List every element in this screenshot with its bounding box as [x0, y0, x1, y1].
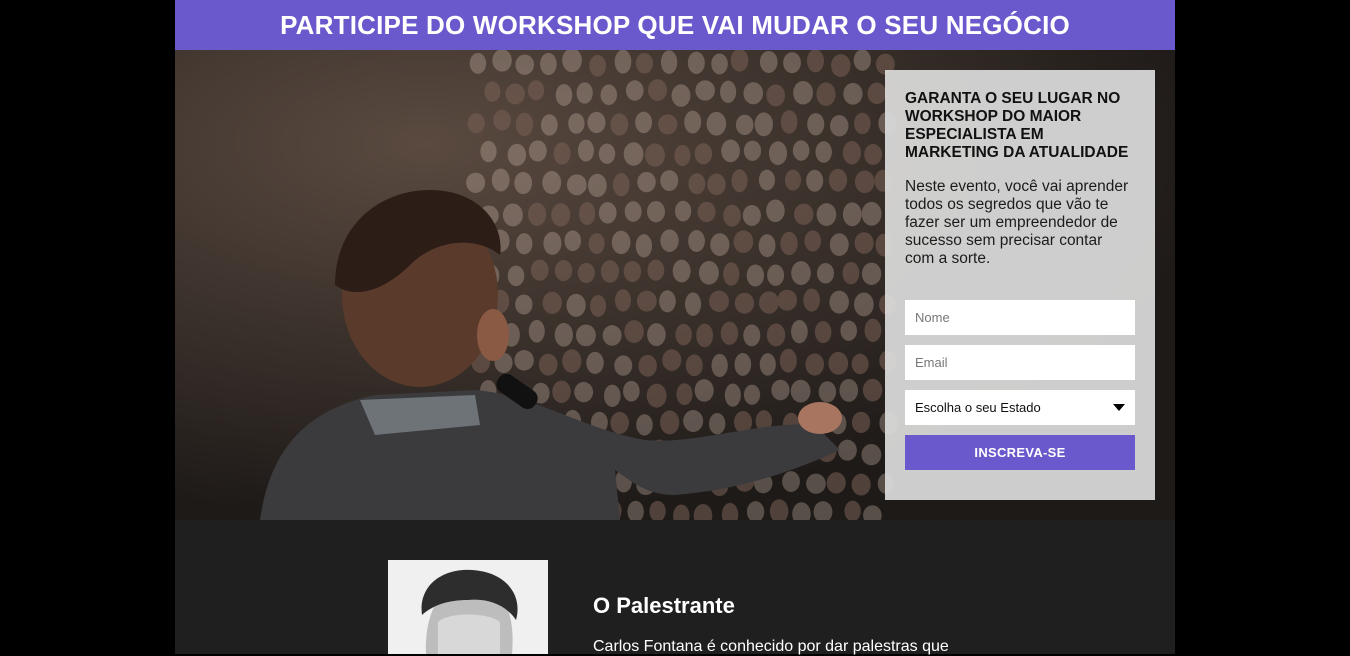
- email-input[interactable]: Email: [905, 345, 1135, 380]
- subscribe-button[interactable]: INSCREVA-SE: [905, 435, 1135, 470]
- caret-down-icon: [1113, 404, 1125, 411]
- landing-page: PARTICIPE DO WORKSHOP QUE VAI MUDAR O SE…: [175, 0, 1175, 655]
- signup-form-card: GARANTA O SEU LUGAR NO WORKSHOP DO MAIOR…: [885, 70, 1155, 500]
- name-placeholder: Nome: [915, 310, 950, 325]
- name-input[interactable]: Nome: [905, 300, 1135, 335]
- hero-section: GARANTA O SEU LUGAR NO WORKSHOP DO MAIOR…: [175, 50, 1175, 520]
- top-banner: PARTICIPE DO WORKSHOP QUE VAI MUDAR O SE…: [175, 0, 1175, 50]
- banner-title: PARTICIPE DO WORKSHOP QUE VAI MUDAR O SE…: [280, 9, 1070, 40]
- state-select-value: Escolha o seu Estado: [915, 400, 1041, 415]
- speaker-heading: O Palestrante: [593, 593, 735, 618]
- speaker-photo: [388, 560, 548, 654]
- form-title: GARANTA O SEU LUGAR NO WORKSHOP DO MAIOR…: [905, 90, 1129, 161]
- speaker-description: Carlos Fontana é conhecido por dar pales…: [593, 638, 949, 655]
- form-description: Neste evento, você vai aprender todos os…: [905, 178, 1129, 267]
- subscribe-button-label: INSCREVA-SE: [974, 445, 1066, 460]
- email-placeholder: Email: [915, 355, 948, 370]
- state-select[interactable]: Escolha o seu Estado: [905, 390, 1135, 425]
